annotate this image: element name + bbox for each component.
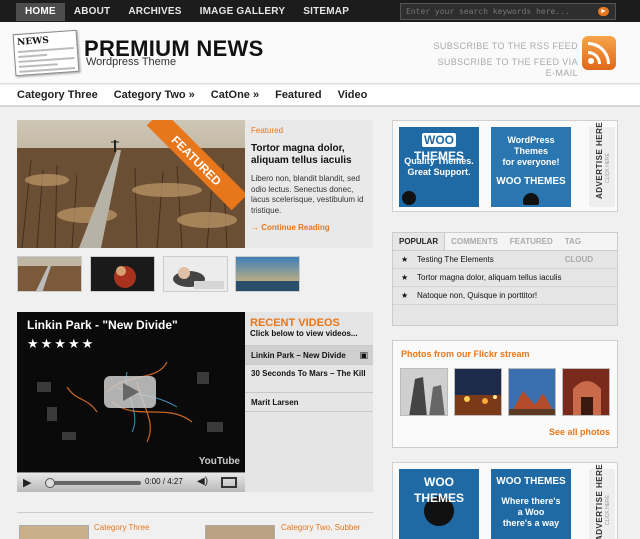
tab-featured[interactable]: FEATURED: [504, 233, 559, 250]
featured-label[interactable]: Featured: [251, 126, 367, 135]
nav-about[interactable]: ABOUT: [65, 3, 120, 21]
nav-home[interactable]: HOME: [16, 3, 65, 21]
see-all-photos-link[interactable]: See all photos: [549, 427, 610, 437]
post-thumb-1[interactable]: [19, 525, 89, 539]
nav-image-gallery[interactable]: IMAGE GALLERY: [191, 3, 295, 21]
youtube-logo[interactable]: YouTube: [199, 456, 240, 467]
featured-thumb-2[interactable]: [90, 256, 155, 292]
cat-catone[interactable]: CatOne »: [203, 85, 267, 105]
featured-title[interactable]: Tortor magna dolor, aliquam tellus iacul…: [251, 143, 367, 167]
woothemes-ad-2[interactable]: WordPress Themes for everyone! WOO THEME…: [491, 127, 571, 207]
tabs-widget: POPULAR COMMENTS FEATURED TAG CLOUD ★ Tes…: [392, 232, 618, 326]
recent-video-item-3[interactable]: Marit Larsen: [245, 392, 373, 412]
tab-comments[interactable]: COMMENTS: [445, 233, 504, 250]
search-go-icon[interactable]: ►: [598, 7, 609, 16]
flickr-widget: Photos from our Flickr stream See all ph…: [392, 340, 618, 448]
subscribe-rss-link[interactable]: SUBSCRIBE TO THE RSS FEED: [433, 41, 578, 51]
newspaper-logo-icon[interactable]: NEWS: [12, 29, 80, 77]
continue-reading-link[interactable]: → Continue Reading: [251, 223, 367, 232]
recent-videos-heading: RECENT VIDEOS: [250, 317, 340, 329]
seek-bar[interactable]: [45, 481, 141, 485]
advertise-here-slot-2[interactable]: ADVERTISE HERE CLICK HERE: [589, 464, 615, 539]
star-icon: ★: [401, 273, 409, 282]
flickr-heading: Photos from our Flickr stream: [401, 349, 530, 359]
camera-icon: ▣: [359, 350, 368, 360]
rating-stars-icon[interactable]: ★★★★★: [27, 336, 95, 352]
play-button-icon[interactable]: ▶: [23, 476, 31, 489]
ad-box-2: WOO THEMES WOO THEMES Where there's a Wo…: [392, 462, 618, 539]
ad-box-1: WOO THEMES Quality Themes. Great Support…: [392, 120, 618, 212]
tab-popular[interactable]: POPULAR: [393, 233, 446, 250]
subscribe-email-link[interactable]: SUBSCRIBE TO THE FEED VIA: [437, 57, 578, 67]
cat-category-two[interactable]: Category Two »: [106, 85, 203, 105]
recent-videos-panel: RECENT VIDEOS Click below to view videos…: [245, 312, 373, 492]
woothemes-ad-1[interactable]: WOO THEMES Quality Themes. Great Support…: [399, 127, 479, 207]
search-input[interactable]: [406, 5, 591, 18]
fullscreen-icon[interactable]: [221, 477, 237, 488]
site-header: NEWS PREMIUM NEWS Wordpress Theme SUBSCR…: [0, 22, 640, 84]
top-bar: HOME ABOUT ARCHIVES IMAGE GALLERY SITEMA…: [0, 0, 640, 22]
video-time: 0:00 / 4:27: [145, 477, 183, 486]
ninja-icon: [402, 191, 416, 205]
ninja-icon: [523, 193, 539, 205]
rss-feed-icon[interactable]: [582, 36, 616, 70]
recent-videos-sub: Click below to view videos...: [250, 329, 358, 338]
category-nav: Category Three Category Two » CatOne » F…: [0, 85, 640, 107]
post-thumb-2[interactable]: [205, 525, 275, 539]
flickr-photo-4[interactable]: [562, 368, 610, 416]
seek-handle[interactable]: [45, 478, 55, 488]
featured-panel: Featured Tortor magna dolor, aliquam tel…: [245, 120, 373, 248]
recent-video-item-1[interactable]: Linkin Park – New Divide ▣: [245, 345, 373, 364]
star-icon: ★: [401, 291, 409, 300]
featured-image[interactable]: FEATURED: [17, 120, 245, 248]
featured-thumb-1[interactable]: [17, 256, 82, 292]
nav-sitemap[interactable]: SITEMAP: [294, 3, 358, 21]
volume-icon[interactable]: ◀): [197, 476, 208, 487]
cat-video[interactable]: Video: [330, 85, 376, 105]
tab-tag-cloud[interactable]: TAG CLOUD: [559, 233, 617, 264]
video-controls: ▶ 0:00 / 4:27 ◀): [17, 472, 245, 492]
cat-featured[interactable]: Featured: [267, 85, 329, 105]
star-icon: ★: [401, 255, 409, 264]
flickr-photo-1[interactable]: [400, 368, 448, 416]
featured-excerpt: Libero non, blandit blandit, sed odio le…: [251, 174, 364, 215]
nav-archives[interactable]: ARCHIVES: [119, 3, 190, 21]
popular-item[interactable]: ★ Tortor magna dolor, aliquam tellus iacu…: [393, 269, 617, 287]
woothemes-ad-3[interactable]: WOO THEMES: [399, 469, 479, 539]
featured-thumb-3[interactable]: [163, 256, 228, 292]
top-nav: HOME ABOUT ARCHIVES IMAGE GALLERY SITEMA…: [16, 3, 358, 21]
search-box: ►: [400, 3, 616, 20]
post-row: Category Three Category Two, Subber: [17, 512, 373, 539]
flickr-photo-3[interactable]: [508, 368, 556, 416]
featured-thumb-4[interactable]: [235, 256, 300, 292]
video-player[interactable]: Linkin Park - "New Divide" ★★★★★ YouTube…: [17, 312, 245, 492]
woothemes-ad-4[interactable]: WOO THEMES Where there's a Woo there's a…: [491, 469, 571, 539]
post-category-1[interactable]: Category Three: [94, 523, 149, 532]
featured-photo-boardwalk: FEATURED: [17, 120, 245, 248]
video-title[interactable]: Linkin Park - "New Divide": [27, 318, 178, 332]
subscribe-email-link-2[interactable]: E-MAIL: [546, 68, 578, 78]
tab-bar: POPULAR COMMENTS FEATURED TAG CLOUD: [393, 233, 617, 264]
site-subtitle: Wordpress Theme: [86, 56, 177, 68]
popular-item[interactable]: ★ Natoque non, Quisque in porttitor!: [393, 287, 617, 305]
recent-video-item-2[interactable]: 30 Seconds To Mars – The Kill: [245, 364, 373, 392]
cat-category-three[interactable]: Category Three: [9, 85, 106, 105]
flickr-photo-2[interactable]: [454, 368, 502, 416]
advertise-here-slot[interactable]: ADVERTISE HERE CLICK HERE: [589, 122, 615, 207]
post-category-2[interactable]: Category Two, Subber: [281, 523, 360, 532]
